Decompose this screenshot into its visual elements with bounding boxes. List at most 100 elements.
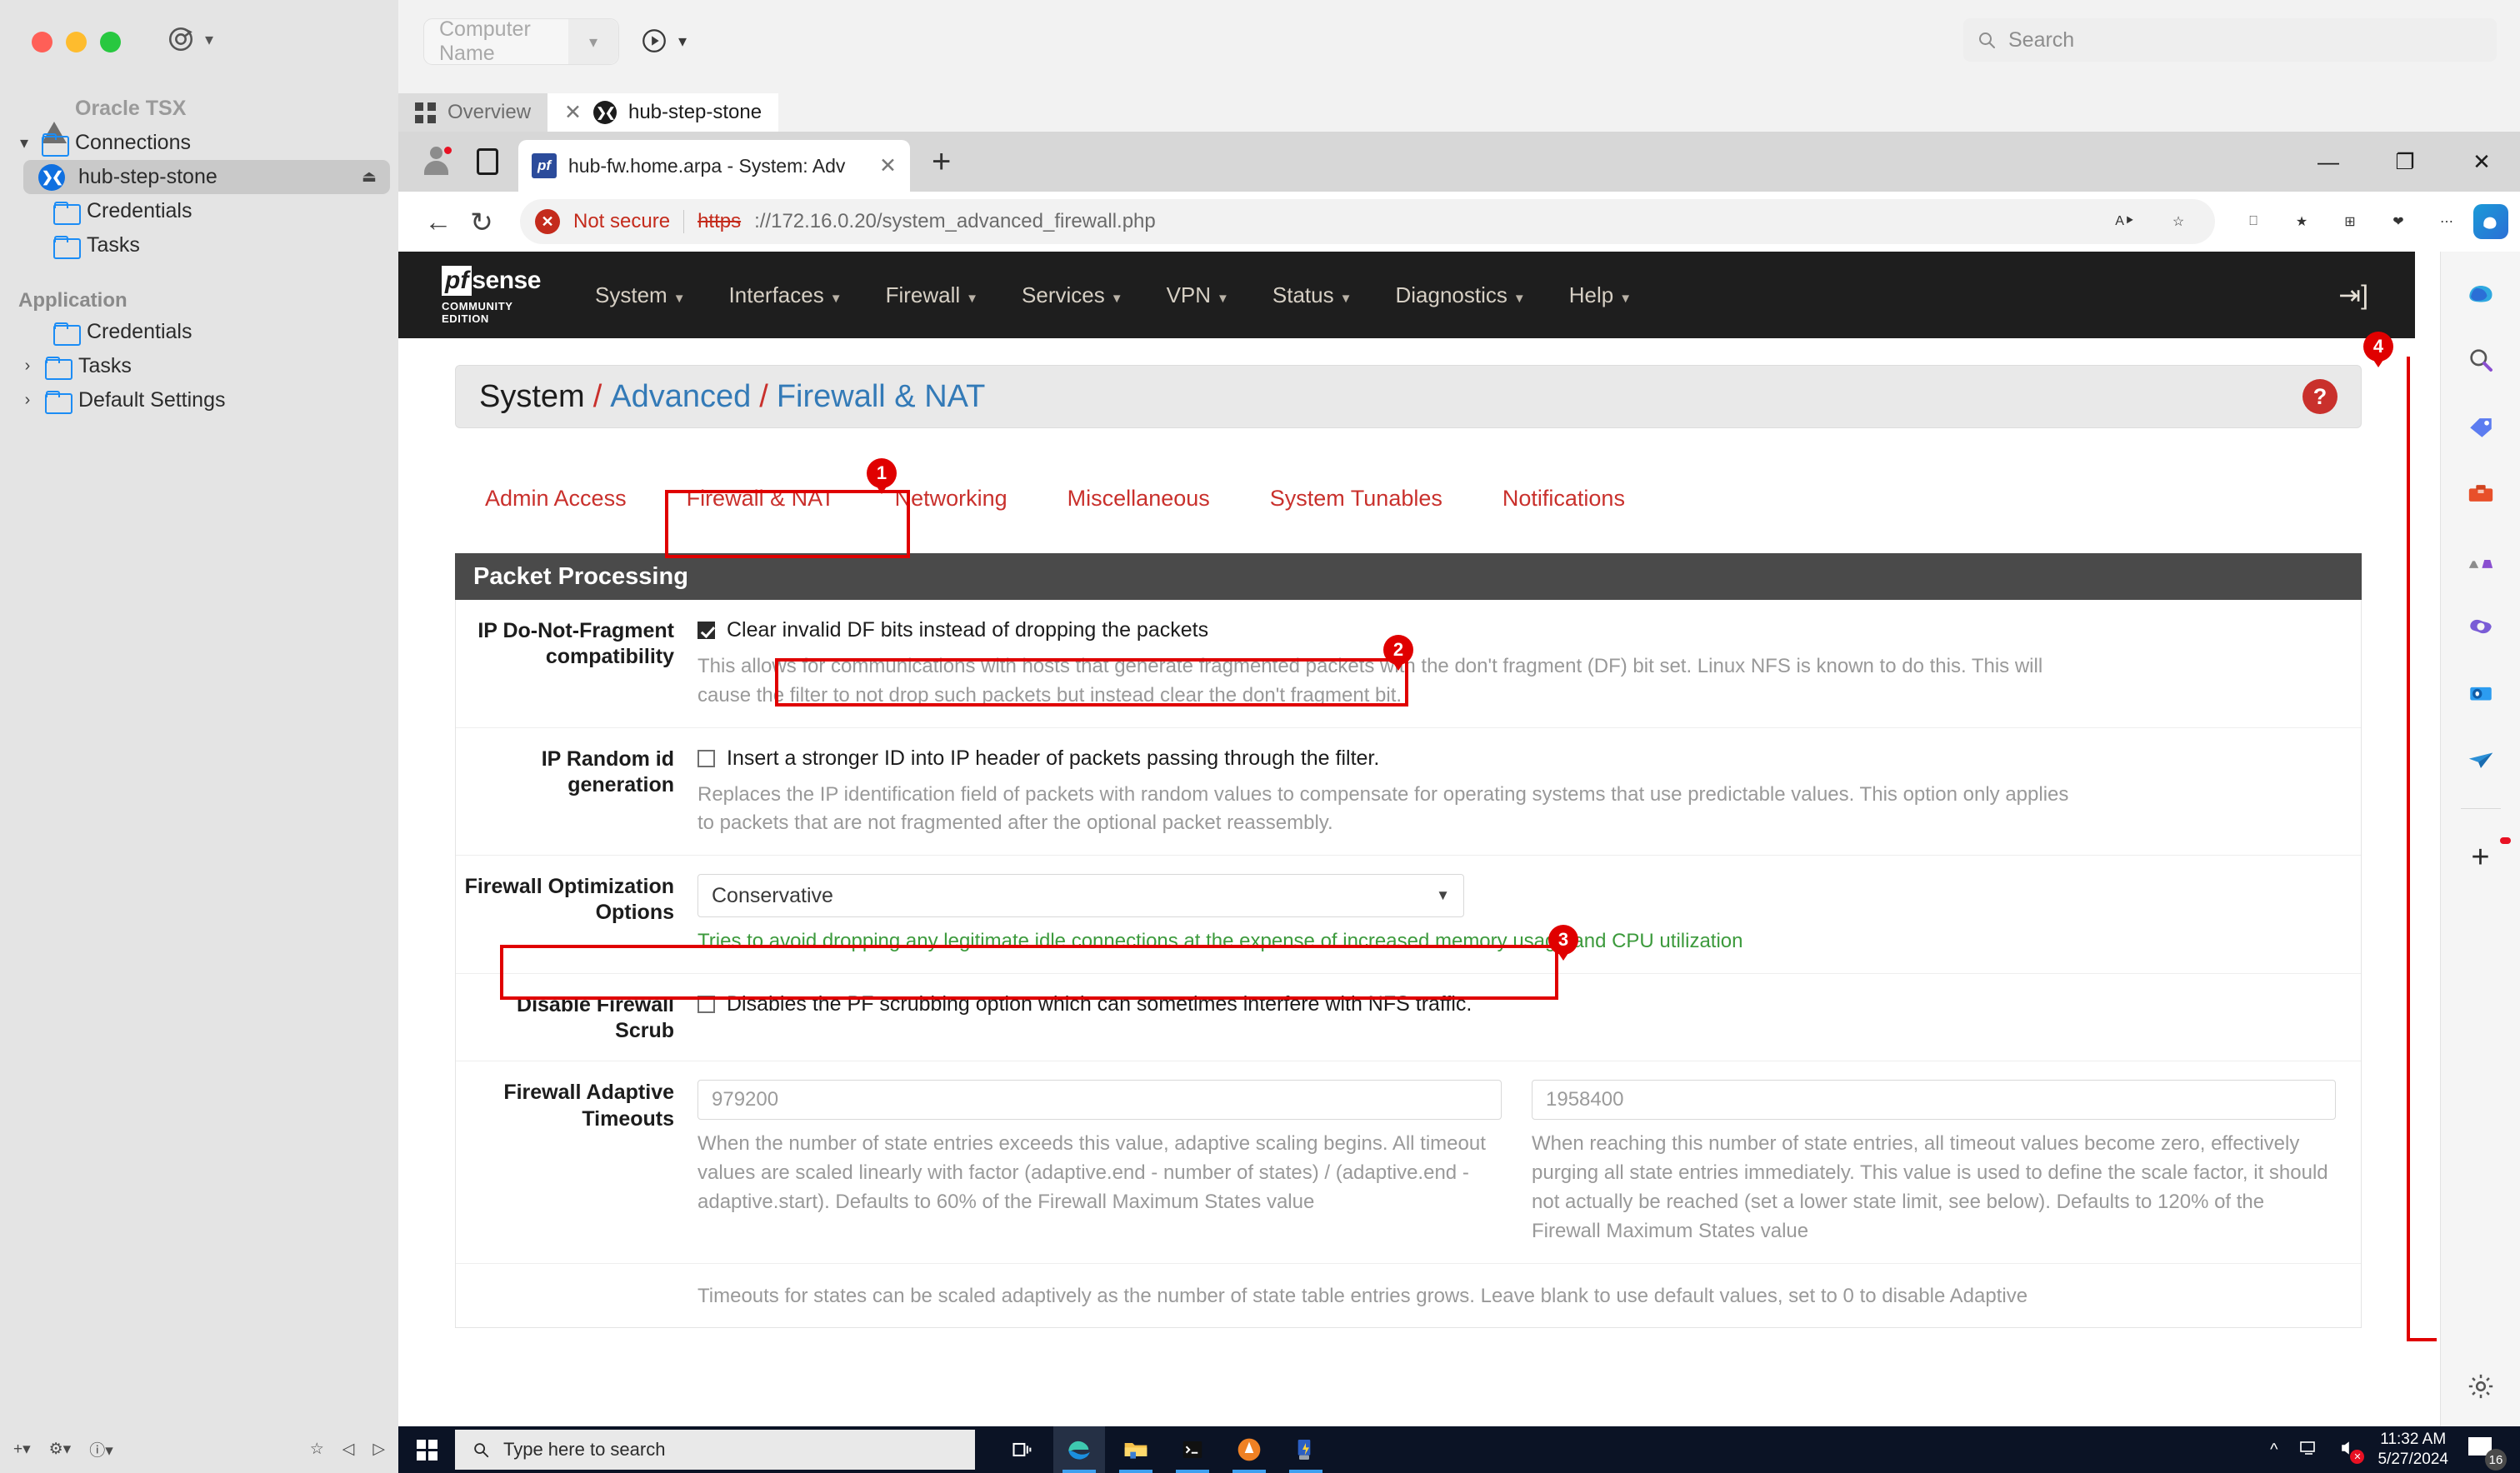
breadcrumb-current[interactable]: Firewall & NAT (777, 379, 986, 414)
pfsense-logo[interactable]: pf sense COMMUNITY EDITION (442, 266, 550, 325)
reload-icon[interactable]: ↻ (460, 200, 503, 243)
shopping-tag-icon[interactable] (2462, 408, 2499, 445)
help-icon[interactable]: ? (2302, 379, 2338, 414)
rdp-tab-hub-step-stone[interactable]: ✕ ❯❮ hub-step-stone (548, 93, 778, 132)
rdp-search-input[interactable]: Search (1963, 18, 2497, 62)
menu-item-services[interactable]: Services▼ (1000, 282, 1145, 308)
edge-toolbar[interactable]: ← ↻ ✕ Not secure https ://172.16.0.20/sy… (398, 192, 2520, 252)
edge-sidebar-rail[interactable]: + (2440, 252, 2520, 1426)
windows-taskbar[interactable]: Type here to search (398, 1426, 2520, 1473)
tree-item-credentials[interactable]: Credentials (0, 194, 398, 228)
edge-toolbar-trailing[interactable]: ⎕ ★ ⊞ ❤ ⋯ (2232, 200, 2520, 243)
tree-item-default-settings[interactable]: › Default Settings (0, 383, 398, 417)
edge-tab-strip[interactable]: pf hub-fw.home.arpa - System: Adv ✕ + — … (398, 132, 2520, 192)
window-controls[interactable]: — ❐ ✕ (2290, 132, 2520, 192)
office-icon[interactable] (2462, 608, 2499, 645)
tab-notifications[interactable]: Notifications (1472, 463, 1655, 533)
close-icon[interactable]: ✕ (564, 100, 582, 125)
chevron-right-icon[interactable]: › (18, 391, 37, 410)
tab-system-tunables[interactable]: System Tunables (1240, 463, 1472, 533)
adaptive-start-input[interactable]: 979200 (698, 1080, 1502, 1120)
play-icon[interactable] (640, 27, 668, 55)
chevron-down-icon[interactable]: ▾ (568, 19, 618, 64)
favorites-icon[interactable]: ★ (2280, 200, 2323, 243)
taskbar-clock[interactable]: 11:32 AM 5/27/2024 (2378, 1430, 2448, 1470)
menu-item-interfaces[interactable]: Interfaces▼ (708, 282, 864, 308)
clear-df-bits-checkbox[interactable]: Clear invalid DF bits instead of droppin… (698, 618, 2336, 642)
close-button[interactable]: ✕ (2443, 132, 2520, 192)
chevron-up-icon[interactable]: ^ (2270, 1441, 2278, 1460)
file-explorer-icon[interactable] (1110, 1426, 1162, 1473)
checkbox-box[interactable] (698, 750, 715, 767)
outlook-icon[interactable] (2462, 675, 2499, 712)
chevron-down-icon[interactable]: ▾ (15, 132, 33, 153)
back-icon[interactable]: ← (417, 200, 460, 243)
browser-tab-pfsense[interactable]: pf hub-fw.home.arpa - System: Adv ✕ (518, 140, 910, 192)
add-icon[interactable]: +▾ (13, 1440, 31, 1459)
minimize-button[interactable]: — (2290, 132, 2367, 192)
adaptive-end-input[interactable]: 1958400 (1532, 1080, 2336, 1120)
copilot-icon[interactable] (2462, 275, 2499, 312)
volume-muted-icon[interactable]: ✕ (2338, 1438, 2359, 1462)
address-bar[interactable]: ✕ Not secure https ://172.16.0.20/system… (520, 199, 2215, 244)
settings-more-icon[interactable]: ⋯ (2425, 200, 2468, 243)
stronger-id-checkbox[interactable]: Insert a stronger ID into IP header of p… (698, 746, 2336, 771)
network-icon[interactable] (2296, 1438, 2319, 1462)
new-tab-button[interactable]: + (932, 143, 951, 181)
close-icon[interactable]: ✕ (879, 153, 897, 178)
logout-icon[interactable]: ⇥] (2338, 279, 2368, 311)
tools-icon[interactable] (2462, 475, 2499, 512)
notification-center-button[interactable]: 16 (2467, 1434, 2503, 1466)
games-icon[interactable] (2462, 542, 2499, 578)
menu-item-status[interactable]: Status▼ (1251, 282, 1374, 308)
mac-toolbar-actions[interactable]: ▾ (167, 25, 213, 53)
tree-item-tasks[interactable]: Tasks (0, 228, 398, 262)
menu-item-help[interactable]: Help▼ (1548, 282, 1653, 308)
forward-icon[interactable]: ▷ (372, 1440, 385, 1459)
tab-firewall-nat[interactable]: Firewall & NAT (657, 463, 865, 533)
pfsense-menu[interactable]: System▼ Interfaces▼ Firewall▼ Services▼ … (573, 282, 1653, 308)
remote-app-icon[interactable] (1280, 1426, 1332, 1473)
breadcrumb-advanced-link[interactable]: Advanced (610, 379, 751, 414)
gear-icon[interactable]: ⚙▾ (49, 1440, 72, 1459)
computer-name-input[interactable]: Computer Name ▾ (423, 18, 619, 65)
close-window-button[interactable] (32, 32, 52, 52)
connect-button[interactable]: ▾ (640, 27, 687, 55)
favorite-icon[interactable]: ☆ (310, 1440, 324, 1459)
omnibox-actions[interactable]: A⯈ ☆ (2103, 200, 2200, 243)
profile-avatar-icon[interactable] (420, 145, 453, 178)
maximize-button[interactable]: ❐ (2367, 132, 2443, 192)
read-aloud-icon[interactable]: A⯈ (2103, 200, 2147, 243)
menu-item-vpn[interactable]: VPN▼ (1145, 282, 1251, 308)
taskbar-apps[interactable] (997, 1426, 1332, 1473)
window-traffic-lights[interactable] (32, 32, 121, 52)
telegram-icon[interactable] (2462, 741, 2499, 778)
task-view-icon[interactable] (997, 1426, 1048, 1473)
tab-admin-access[interactable]: Admin Access (455, 463, 657, 533)
minimize-window-button[interactable] (66, 32, 87, 52)
checkbox-box[interactable] (698, 622, 715, 639)
menu-item-diagnostics[interactable]: Diagnostics▼ (1373, 282, 1547, 308)
tab-actions-icon[interactable] (477, 148, 498, 175)
split-screen-icon[interactable]: ⎕ (2232, 200, 2275, 243)
terminal-icon[interactable] (1167, 1426, 1218, 1473)
checkbox-box[interactable] (698, 996, 715, 1013)
tree-item-oracle-tsx[interactable]: Oracle TSX (0, 92, 398, 126)
tree-item-hub-step-stone[interactable]: ❯❮ hub-step-stone ⏏ (23, 160, 390, 194)
rdp-tab-overview[interactable]: Overview (398, 93, 548, 132)
rotate-target-icon[interactable] (167, 25, 195, 53)
chevron-down-icon[interactable]: ▾ (205, 29, 213, 50)
gear-icon[interactable] (2462, 1368, 2499, 1405)
tab-miscellaneous[interactable]: Miscellaneous (1038, 463, 1240, 533)
pfsense-navbar[interactable]: pf sense COMMUNITY EDITION System▼ Inter… (398, 252, 2415, 338)
system-tray[interactable]: ^ ✕ 11:32 AM 5/27/2024 16 (2270, 1430, 2520, 1470)
firewall-optimization-select[interactable]: Conservative ▼ (698, 874, 1464, 917)
edge-icon[interactable] (1053, 1426, 1105, 1473)
menu-item-firewall[interactable]: Firewall▼ (864, 282, 1000, 308)
start-button[interactable] (398, 1426, 455, 1473)
back-icon[interactable]: ◁ (342, 1440, 355, 1459)
search-icon[interactable] (2462, 342, 2499, 378)
mac-sidebar-bottom-bar[interactable]: +▾ ⚙▾ ⓘ▾ ☆ ◁ ▷ (0, 1425, 398, 1473)
collections-icon[interactable]: ⊞ (2328, 200, 2372, 243)
taskbar-search-input[interactable]: Type here to search (455, 1430, 975, 1470)
